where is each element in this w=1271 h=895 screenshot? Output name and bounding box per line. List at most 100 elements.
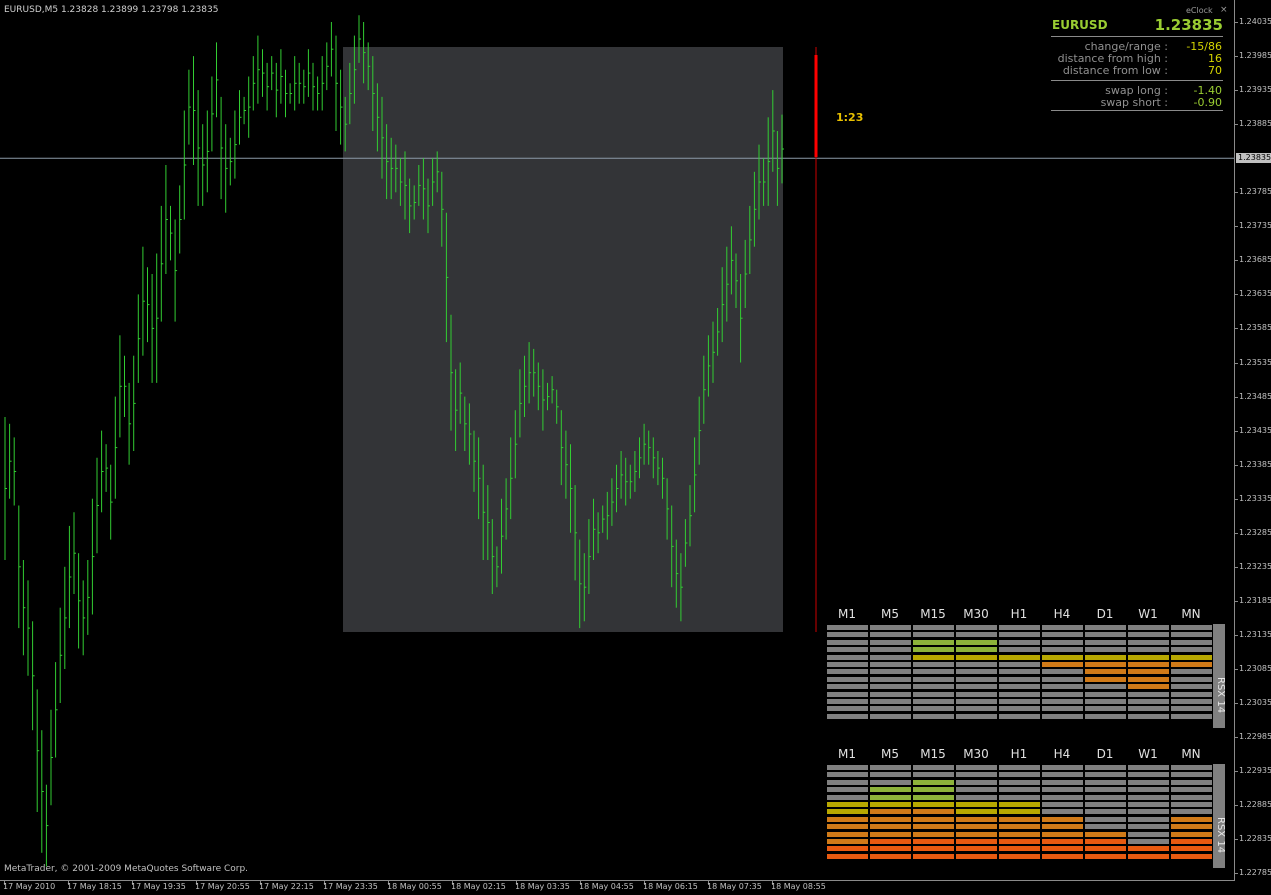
rsx-cell [1171,831,1212,837]
rsx-cell [827,816,868,822]
rsx-cell [999,662,1040,667]
rsx-cell [999,632,1040,638]
rsx-cell [1085,772,1126,778]
rsx-cell [913,625,954,630]
price-tick-label: 1.23285 [1239,527,1271,537]
rsx-cell [1085,713,1126,719]
price-tick-mark [1234,532,1238,534]
rsx-cell [1128,853,1169,859]
rsx-cell [827,713,868,719]
rsx-cell [827,824,868,830]
rsx-cell [1171,713,1212,719]
time-tick-label: 18 May 02:15 [451,882,506,891]
rsx-cell [956,625,997,630]
time-tick-label: 17 May 2010 [3,882,56,891]
rsx-cell [913,853,954,859]
rsx-cell [827,794,868,800]
rsx-cell [1042,794,1083,800]
rsx-cell [1171,691,1212,697]
price-tick-label: 1.23135 [1239,629,1271,639]
rsx-cell [1171,772,1212,778]
price-tick-label: 1.23185 [1239,595,1271,605]
rsx-cell [1085,684,1126,690]
close-icon[interactable]: × [1220,5,1228,15]
rsx-cell [1042,647,1083,653]
rsx-cell [1171,676,1212,682]
rsx-timeframe-header: M1 [838,747,856,761]
rsx-cell [1085,654,1126,660]
timer-label: 1:23 [836,111,864,124]
rsx-cell [956,846,997,852]
rsx-cell [956,632,997,638]
rsx-cell [1128,779,1169,785]
price-tick-mark [1234,498,1238,500]
rsx-cell [827,691,868,697]
rsx-cell [870,676,911,682]
price-tick-label: 1.24035 [1239,17,1271,26]
rsx-cell [1085,632,1126,638]
rsx-cell [1171,816,1212,822]
rsx-cell [913,839,954,844]
rsx-cell [1128,831,1169,837]
rsx-timeframe-header: D1 [1096,747,1114,761]
rsx-cell [913,676,954,682]
rsx-cell [999,809,1040,815]
price-tick-label: 1.23885 [1239,119,1271,129]
rsx-cell [1171,839,1212,844]
rsx-cell [1128,639,1169,645]
rsx-cell [1128,676,1169,682]
price-tick-mark [1234,737,1238,739]
rsx-cell [870,662,911,667]
rsx-cell [1085,787,1126,793]
eclock-title: eClock [1186,6,1213,15]
time-tick-label: 17 May 23:35 [323,882,378,891]
rsx-cell [870,802,911,807]
rsx-cell [1171,787,1212,793]
rsx-cell [870,625,911,630]
rsx-cell [870,699,911,704]
selection-rectangle[interactable] [343,47,783,632]
rsx-cell [827,846,868,852]
rsx-cell [913,816,954,822]
rsx-cell [870,684,911,690]
time-tick-label: 18 May 00:55 [387,882,442,891]
price-tick-mark [1234,328,1238,330]
rsx-cell [1171,779,1212,785]
price-tick-label: 1.23735 [1239,221,1271,231]
time-tick-label: 17 May 22:15 [259,882,314,891]
rsx-timeframe-header: M1 [838,607,856,621]
rsx-cell [999,654,1040,660]
rsx-cell [1085,639,1126,645]
price-tick-label: 1.22935 [1239,766,1271,776]
rsx-cell [913,772,954,778]
rsx-cell [1171,846,1212,852]
price-tick-label: 1.22985 [1239,732,1271,742]
rsx-cell [1171,684,1212,690]
rsx-cell [999,779,1040,785]
time-tick-label: 18 May 03:35 [515,882,570,891]
rsx-cell [870,706,911,712]
rsx-cell [870,632,911,638]
rsx-cell [956,839,997,844]
rsx-timeframe-header: H4 [1053,747,1071,761]
rsx-cell [1171,794,1212,800]
rsx-cell [1171,853,1212,859]
rsx-cell [956,669,997,675]
rsx-cell [1171,802,1212,807]
rsx-cell [999,831,1040,837]
rsx-cell [913,802,954,807]
time-tick-label: 18 May 08:55 [771,882,826,891]
price-tick-mark [1234,396,1238,398]
rsx-cell [870,691,911,697]
rsx-cell [999,824,1040,830]
rsx-cell [1042,676,1083,682]
rsx-cell [1042,802,1083,807]
rsx-cell [1128,765,1169,770]
price-tick-label: 1.23385 [1239,459,1271,469]
price-tick-mark [1234,566,1238,568]
rsx-cell [999,699,1040,704]
rsx-cell [827,699,868,704]
rsx-cell [999,625,1040,630]
rsx-cell [1085,662,1126,667]
price-tick-mark [1234,839,1238,841]
